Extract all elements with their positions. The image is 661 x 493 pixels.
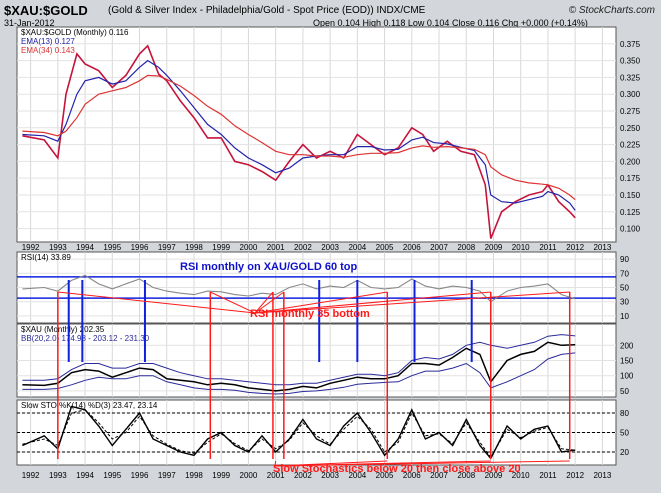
- x-tick-label: 1992: [22, 243, 40, 252]
- legend-entry: $XAU (Monthly) 202.35: [21, 325, 105, 334]
- chart-svg: 1992 1992 1993 1993 1994 1994 1995 1995 1996 1996…: [16, 26, 641, 480]
- y-tick-label: 0.275: [620, 107, 641, 116]
- y-tick-label: 90: [620, 255, 629, 264]
- x-tick-label: 2013: [593, 243, 611, 252]
- y-tick-label: 0.350: [620, 57, 641, 66]
- x-tick-label: 2012: [566, 471, 584, 480]
- x-tick-label: 1998: [185, 471, 203, 480]
- y-tick-label: 0.250: [620, 124, 641, 133]
- x-tick-label: 2011: [539, 243, 557, 252]
- x-tick-label: 1994: [76, 243, 94, 252]
- y-tick-label: 10: [620, 312, 629, 321]
- y-tick-label: 0.175: [620, 174, 641, 183]
- y-tick-label: 30: [620, 298, 629, 307]
- x-tick-label: 1997: [158, 243, 176, 252]
- x-tick-label: 1999: [212, 471, 230, 480]
- y-tick-label: 20: [620, 448, 629, 457]
- x-tick-label: 2011: [539, 471, 557, 480]
- x-tick-label: 2000: [240, 243, 258, 252]
- y-tick-label: 70: [620, 269, 629, 278]
- rsi-top-annotation: RSI monthly on XAU/GOLD 60 top: [180, 261, 358, 273]
- x-tick-label: 1999: [212, 243, 230, 252]
- annotation-arrow: [274, 460, 277, 467]
- y-tick-label: 0.100: [620, 225, 641, 234]
- y-tick-label: 50: [620, 387, 629, 396]
- y-tick-label: 50: [620, 284, 629, 293]
- y-tick-label: 0.300: [620, 90, 641, 99]
- legend-entry: EMA(13) 0.127: [21, 37, 75, 46]
- x-tick-label: 2006: [403, 243, 421, 252]
- x-tick-label: 2001: [267, 243, 285, 252]
- panel-price: [16, 26, 617, 243]
- legend-entry: $XAU:$GOLD (Monthly) 0.116: [21, 28, 129, 37]
- x-tick-label: 2013: [593, 471, 611, 480]
- chart-frame: $XAU:$GOLD (Gold & Silver Index - Philad…: [0, 0, 661, 493]
- x-tick-label: 2005: [376, 243, 394, 252]
- y-tick-label: 0.325: [620, 73, 641, 82]
- x-tick-label: 2007: [430, 243, 448, 252]
- x-tick-label: 1995: [103, 471, 121, 480]
- y-tick-label: 0.125: [620, 208, 641, 217]
- legend-entry: EMA(34) 0.143: [21, 46, 75, 55]
- x-tick-label: 1992: [22, 471, 40, 480]
- legend-entry: RSI(14) 33.89: [21, 253, 71, 262]
- x-tick-label: 2008: [457, 243, 475, 252]
- x-tick-label: 2004: [348, 243, 366, 252]
- y-tick-label: 0.225: [620, 141, 641, 150]
- y-tick-label: 100: [620, 372, 634, 381]
- x-tick-label: 2009: [485, 243, 503, 252]
- y-tick-label: 50: [620, 429, 629, 438]
- y-tick-label: 0.375: [620, 40, 641, 49]
- x-tick-label: 1994: [76, 471, 94, 480]
- x-tick-label: 2010: [512, 243, 530, 252]
- y-tick-label: 80: [620, 409, 629, 418]
- x-tick-label: 1996: [131, 243, 149, 252]
- legend-entry: BB(20,2.0) 174.98 - 203.12 - 231.30: [21, 334, 150, 343]
- y-tick-label: 150: [620, 357, 634, 366]
- y-tick-label: 0.200: [620, 157, 641, 166]
- x-tick-label: 2003: [321, 243, 339, 252]
- x-tick-label: 1996: [131, 471, 149, 480]
- x-tick-label: 2000: [240, 471, 258, 480]
- y-tick-label: 200: [620, 341, 634, 350]
- x-tick-label: 2012: [566, 243, 584, 252]
- x-tick-label: 1993: [49, 243, 67, 252]
- x-tick-label: 1995: [103, 243, 121, 252]
- x-tick-label: 1993: [49, 471, 67, 480]
- y-tick-label: 0.150: [620, 191, 641, 200]
- x-tick-label: 1997: [158, 471, 176, 480]
- legend-entry: Slow STO %K(14) %D(3) 23.47, 23.14: [21, 401, 158, 410]
- x-tick-label: 1998: [185, 243, 203, 252]
- x-tick-label: 2002: [294, 243, 312, 252]
